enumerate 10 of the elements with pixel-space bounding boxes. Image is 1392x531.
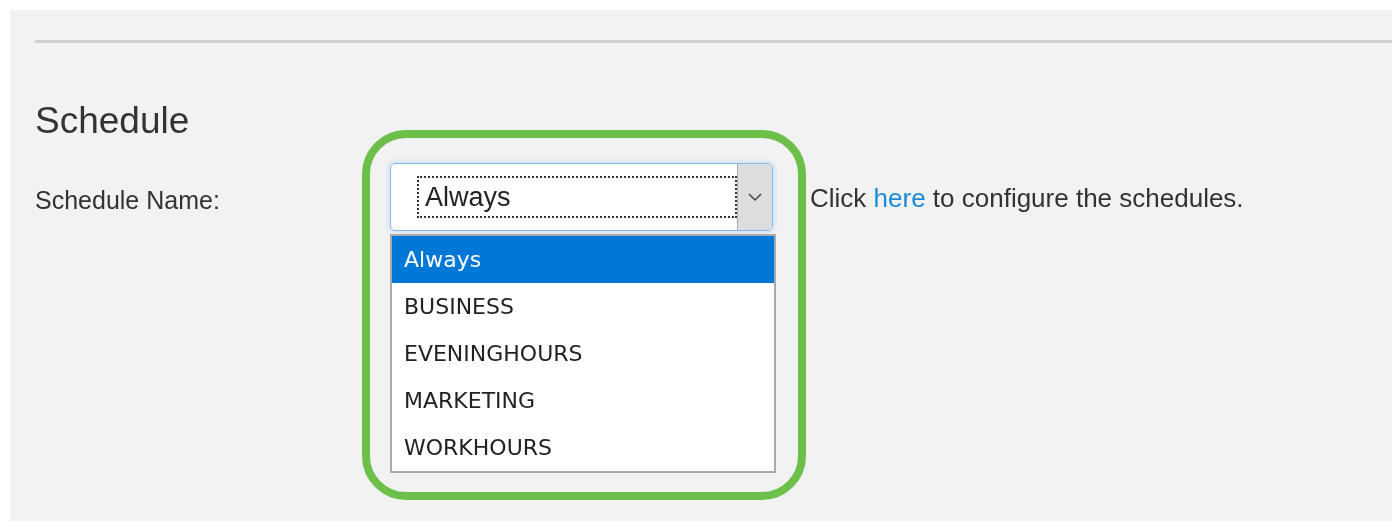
dropdown-option[interactable]: MARKETING (392, 377, 774, 424)
dropdown-option[interactable]: EVENINGHOURS (392, 330, 774, 377)
dropdown-option[interactable]: BUSINESS (392, 283, 774, 330)
schedule-select[interactable]: Always (390, 163, 773, 231)
field-label: Schedule Name: (35, 186, 221, 215)
dropdown-option[interactable]: WORKHOURS (392, 424, 774, 471)
hint-text: Click here to configure the schedules. (810, 183, 1244, 214)
dropdown-option[interactable]: Always (392, 236, 774, 283)
section-title: Schedule (35, 99, 191, 143)
chevron-down-icon (748, 192, 762, 202)
